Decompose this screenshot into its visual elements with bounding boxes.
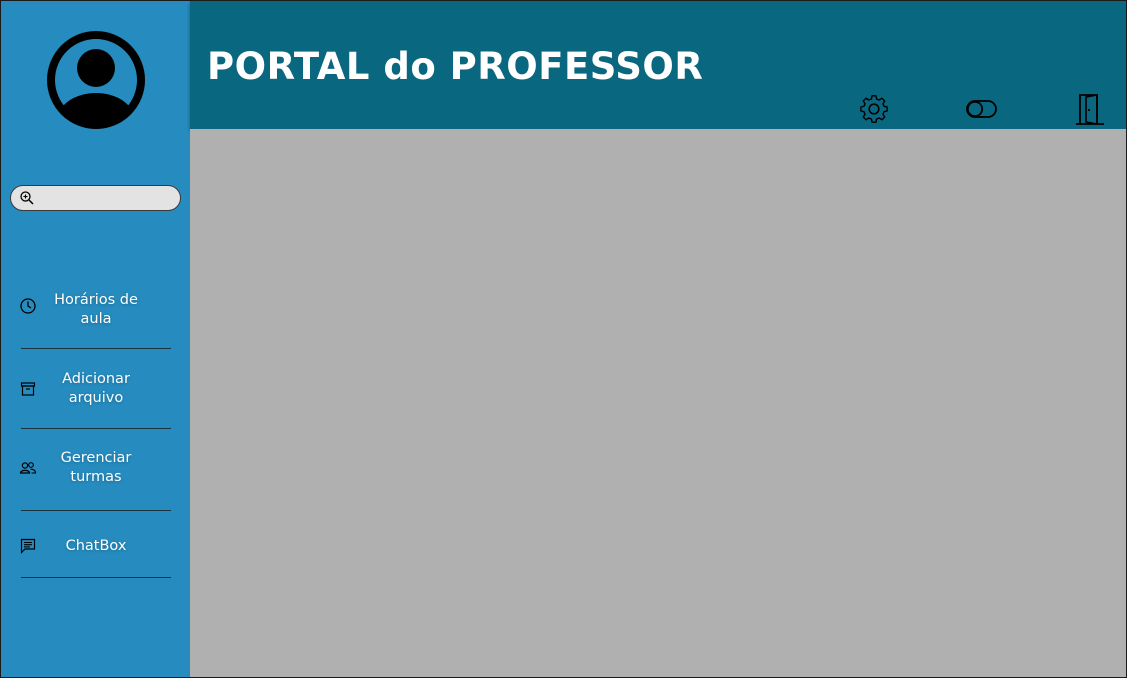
settings-button[interactable]: [857, 93, 891, 127]
users-icon: [19, 462, 37, 474]
top-header: PORTAL do PROFESSOR: [190, 1, 1126, 129]
sidebar-item-horarios[interactable]: Horários de aula: [11, 291, 176, 329]
divider: [21, 348, 171, 349]
sidebar-item-label: Gerenciar turmas: [60, 450, 132, 485]
archive-box-icon: [20, 382, 36, 396]
chat-icon: [20, 538, 36, 554]
theme-toggle-button[interactable]: [965, 93, 999, 127]
sidebar: Horários de aula Adicionar arquivo Geren…: [1, 1, 190, 677]
divider: [21, 428, 171, 429]
sidebar-item-chatbox[interactable]: ChatBox: [11, 537, 176, 557]
door-exit-icon: [1076, 94, 1104, 125]
divider: [21, 510, 171, 511]
app-frame: Horários de aula Adicionar arquivo Geren…: [0, 0, 1127, 678]
user-avatar-icon[interactable]: [45, 29, 147, 131]
main-content-area: [190, 129, 1126, 677]
search-bar[interactable]: [10, 185, 181, 211]
clock-icon: [20, 298, 36, 314]
divider: [21, 577, 171, 578]
logout-button[interactable]: [1073, 93, 1107, 127]
zoom-in-icon: [20, 191, 34, 205]
toggle-icon: [966, 100, 997, 118]
sidebar-item-adicionar-arquivo[interactable]: Adicionar arquivo: [11, 370, 176, 408]
sidebar-item-label: Horários de aula: [54, 292, 138, 327]
sidebar-item-label: Adicionar arquivo: [62, 371, 130, 406]
search-input[interactable]: [39, 187, 179, 209]
page-title: PORTAL do PROFESSOR: [207, 45, 704, 88]
sidebar-item-gerenciar-turmas[interactable]: Gerenciar turmas: [11, 449, 176, 487]
sidebar-item-label: ChatBox: [65, 538, 127, 554]
gear-icon: [860, 95, 888, 123]
